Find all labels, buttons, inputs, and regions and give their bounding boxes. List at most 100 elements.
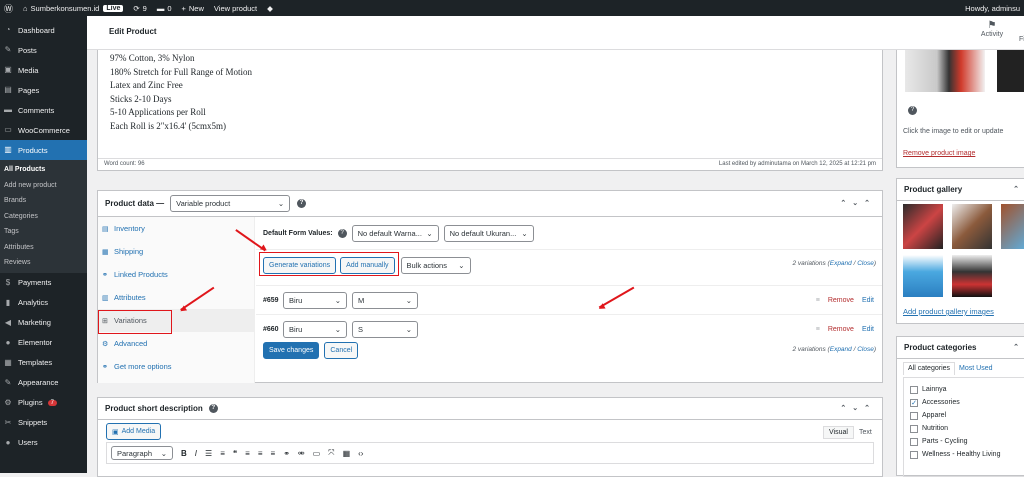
quote-icon[interactable]: ❝ <box>233 449 237 458</box>
unlink-icon[interactable]: ⚮ <box>298 449 305 458</box>
bold-icon[interactable]: B <box>181 449 187 458</box>
sidebar-item-analytics[interactable]: ▮ Analytics <box>0 293 87 313</box>
help-icon[interactable]: ? <box>908 106 917 115</box>
tab-linked-products[interactable]: ⚭ Linked Products <box>98 263 254 286</box>
cancel-button[interactable]: Cancel <box>324 342 359 359</box>
close-link[interactable]: Close <box>857 260 874 267</box>
checkbox[interactable] <box>910 437 918 446</box>
tab-attributes[interactable]: ▥ Attributes <box>98 286 254 309</box>
expand-link[interactable]: Expand <box>830 260 852 267</box>
sidebar-item-pages[interactable]: ▤ Pages <box>0 80 87 100</box>
submenu-item[interactable]: Tags <box>0 224 87 240</box>
variation-size-select[interactable]: M ⌄ <box>352 291 418 309</box>
sidebar-item-woocommerce[interactable]: ▭ WooCommerce <box>0 120 87 140</box>
default-warna-select[interactable]: No default Warna... ⌄ <box>351 225 439 242</box>
sidebar-item-payments[interactable]: $ Payments <box>0 273 87 293</box>
add-gallery-images-link[interactable]: Add product gallery images <box>903 307 994 316</box>
category-item[interactable]: Wellness - Healthy Living <box>910 448 1024 461</box>
sidebar-item-users[interactable]: ● Users <box>0 433 87 453</box>
read-more-icon[interactable]: ▭ <box>313 449 321 458</box>
tab-all-categories[interactable]: All categories <box>903 362 956 375</box>
gallery-thumb[interactable] <box>1001 204 1024 249</box>
activity-button[interactable]: ⚑ Activity <box>975 20 1009 38</box>
submenu-item[interactable]: Categories <box>0 209 87 225</box>
checkbox[interactable] <box>910 424 918 433</box>
gallery-thumb[interactable] <box>903 255 943 297</box>
text-tab[interactable]: Text <box>854 426 877 439</box>
sidebar-item-plugins[interactable]: ⚙ Plugins 7 <box>0 393 87 413</box>
category-item[interactable]: Parts - Cycling <box>910 435 1024 448</box>
edit-variation-link[interactable]: Edit <box>862 326 874 333</box>
code-icon[interactable]: ‹› <box>358 449 363 458</box>
variation-size-select[interactable]: S ⌄ <box>352 320 418 338</box>
submenu-item[interactable]: Add new product <box>0 178 87 194</box>
numbered-list-icon[interactable]: ≡ <box>220 449 225 458</box>
variation-row[interactable]: #659 Biru ⌄ M ⌄ ≡ Remove Edit <box>256 285 882 314</box>
gallery-thumb[interactable] <box>952 255 992 297</box>
finish-setup-button[interactable]: Fi <box>1019 36 1024 43</box>
category-item[interactable]: Nutrition <box>910 422 1024 435</box>
sidebar-item-elementor[interactable]: ● Elementor <box>0 333 87 353</box>
checkbox[interactable] <box>910 411 918 420</box>
wordpress-logo-icon[interactable]: Ⓦ <box>4 2 13 15</box>
gallery-thumb[interactable] <box>952 204 992 249</box>
bulk-actions-select[interactable]: Bulk actions ⌄ <box>400 257 471 274</box>
tab-most-used[interactable]: Most Used <box>955 362 996 375</box>
edit-variation-link[interactable]: Edit <box>862 297 874 304</box>
submenu-item[interactable]: All Products <box>0 162 87 178</box>
sidebar-item-products[interactable]: ▥ Products <box>0 140 87 160</box>
category-item[interactable]: ✓ Accessories <box>910 396 1024 409</box>
submenu-item[interactable]: Reviews <box>0 255 87 271</box>
sidebar-item-templates[interactable]: ▦ Templates <box>0 353 87 373</box>
chevron-up-icon[interactable]: ⌃ <box>1013 185 1024 193</box>
site-name-link[interactable]: ⌂ Sumberkonsumen.id <box>23 4 99 13</box>
tab-inventory[interactable]: ▤ Inventory <box>98 217 254 240</box>
align-center-icon[interactable]: ≡ <box>258 449 263 458</box>
sidebar-item-snippets[interactable]: ✂ Snippets <box>0 413 87 433</box>
comments-link[interactable]: ▬ 0 <box>157 4 172 13</box>
remove-variation-link[interactable]: Remove <box>828 326 854 333</box>
new-link[interactable]: + New <box>182 4 204 13</box>
remove-variation-link[interactable]: Remove <box>828 297 854 304</box>
submenu-item[interactable]: Brands <box>0 193 87 209</box>
italic-icon[interactable]: I <box>195 449 197 458</box>
product-type-select[interactable]: Variable product ⌄ <box>170 195 291 212</box>
tab-shipping[interactable]: ▦ Shipping <box>98 240 254 263</box>
howdy-user[interactable]: Howdy, adminsu <box>965 4 1020 13</box>
sidebar-item-dashboard[interactable]: ◔ Dashboard <box>0 20 87 40</box>
sidebar-item-marketing[interactable]: ◀ Marketing <box>0 313 87 333</box>
help-icon[interactable]: ? <box>208 404 218 413</box>
description-text[interactable]: 97% Cotton, 3% Nylon 180% Stretch for Ful… <box>110 52 252 133</box>
save-changes-button[interactable]: Save changes <box>263 342 320 359</box>
box-controls-icon[interactable]: ⌃⌄⌃ <box>840 404 876 412</box>
help-icon[interactable]: ? <box>337 229 347 238</box>
view-product-link[interactable]: View product <box>214 4 257 13</box>
sidebar-item-comments[interactable]: ▬ Comments <box>0 100 87 120</box>
sidebar-item-posts[interactable]: ✎ Posts <box>0 40 87 60</box>
variation-color-select[interactable]: Biru ⌄ <box>283 320 347 338</box>
visual-tab[interactable]: Visual <box>823 426 854 439</box>
updates-link[interactable]: ⟳ 9 <box>133 4 146 13</box>
remove-image-link[interactable]: Remove product image <box>903 150 975 157</box>
submenu-item[interactable]: Attributes <box>0 240 87 256</box>
help-icon[interactable]: ? <box>297 199 307 208</box>
close-link[interactable]: Close <box>857 346 874 353</box>
gallery-thumb[interactable] <box>903 204 943 249</box>
variation-color-select[interactable]: Biru ⌄ <box>283 291 347 309</box>
tab-get-more-options[interactable]: ⚭ Get more options <box>98 355 254 378</box>
link-icon[interactable]: ⚭ <box>283 449 290 458</box>
add-media-button[interactable]: ▣ Add Media <box>106 423 162 440</box>
category-item[interactable]: Lainnya <box>910 383 1024 396</box>
description-editor[interactable]: 97% Cotton, 3% Nylon 180% Stretch for Ful… <box>97 50 883 171</box>
sidebar-item-appearance[interactable]: ✎ Appearance <box>0 373 87 393</box>
sidebar-item-media[interactable]: ▣ Media <box>0 60 87 80</box>
variation-row[interactable]: #660 Biru ⌄ S ⌄ ≡ Remove Edit <box>256 314 882 343</box>
default-ukuran-select[interactable]: No default Ukuran... ⌄ <box>443 225 534 242</box>
drag-handle-icon[interactable]: ≡ <box>816 297 820 304</box>
product-image[interactable] <box>905 50 985 92</box>
expand-link[interactable]: Expand <box>830 346 852 353</box>
checkbox[interactable] <box>910 450 918 459</box>
diamond-icon[interactable]: ◆ <box>267 4 273 13</box>
align-left-icon[interactable]: ≡ <box>245 449 250 458</box>
chevron-up-icon[interactable]: ⌃ <box>1013 343 1024 351</box>
